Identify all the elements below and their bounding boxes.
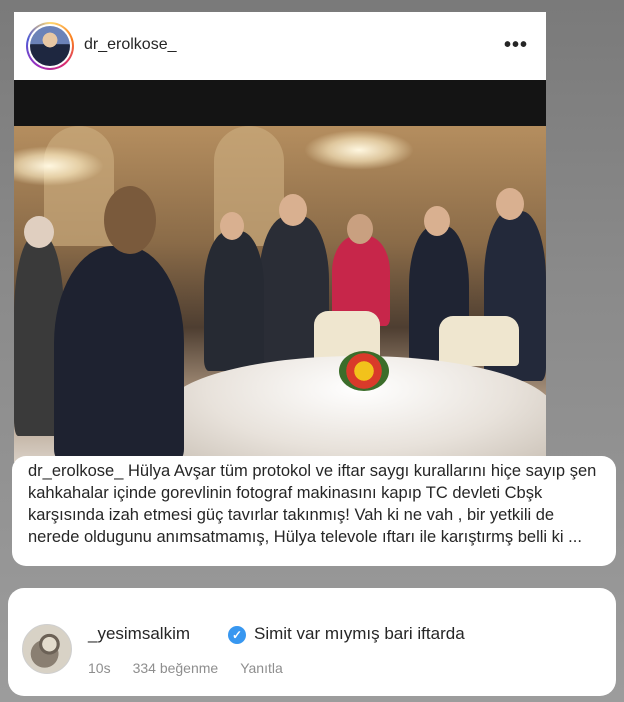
- caption-card: dr_erolkose_ Hülya Avşar tüm protokol ve…: [12, 456, 616, 566]
- comment-likes[interactable]: 334 beğenme: [133, 660, 219, 676]
- post-photo[interactable]: [14, 126, 546, 462]
- post-avatar[interactable]: [26, 22, 74, 70]
- comment-text: Simit var mıymış bari iftarda: [254, 624, 465, 643]
- verified-badge-icon: ✓: [228, 626, 246, 644]
- comment-card: _yesimsalkim ✓ Simit var mıymış bari ift…: [8, 588, 616, 696]
- flower-centerpiece: [339, 351, 389, 391]
- reply-button[interactable]: Yanıtla: [240, 660, 283, 676]
- caption-text: dr_erolkose_ Hülya Avşar tüm protokol ve…: [28, 460, 600, 548]
- person-head: [496, 188, 524, 220]
- caption-username[interactable]: dr_erolkose_: [28, 462, 123, 480]
- photo-top-band: [14, 80, 546, 126]
- foreground-person-hair: [104, 186, 156, 254]
- comment-meta: 10s 334 beğenme Yanıtla: [88, 660, 283, 676]
- post-header: dr_erolkose_ •••: [14, 12, 546, 80]
- chair: [439, 316, 519, 366]
- person-head: [220, 212, 244, 240]
- person-head: [24, 216, 54, 248]
- avatar-image: [30, 26, 70, 66]
- arch-decor: [44, 126, 114, 246]
- comment-username[interactable]: _yesimsalkim: [88, 624, 190, 644]
- post-card: dr_erolkose_ •••: [14, 12, 546, 462]
- more-options-icon[interactable]: •••: [504, 34, 528, 57]
- person-head: [347, 214, 373, 244]
- person: [204, 231, 264, 371]
- post-username[interactable]: dr_erolkose_: [84, 36, 177, 54]
- comment-time: 10s: [88, 660, 111, 676]
- comment-avatar[interactable]: [22, 624, 72, 674]
- foreground-person: [54, 246, 184, 462]
- person-head: [424, 206, 450, 236]
- chandelier: [304, 130, 414, 170]
- person-head: [279, 194, 307, 226]
